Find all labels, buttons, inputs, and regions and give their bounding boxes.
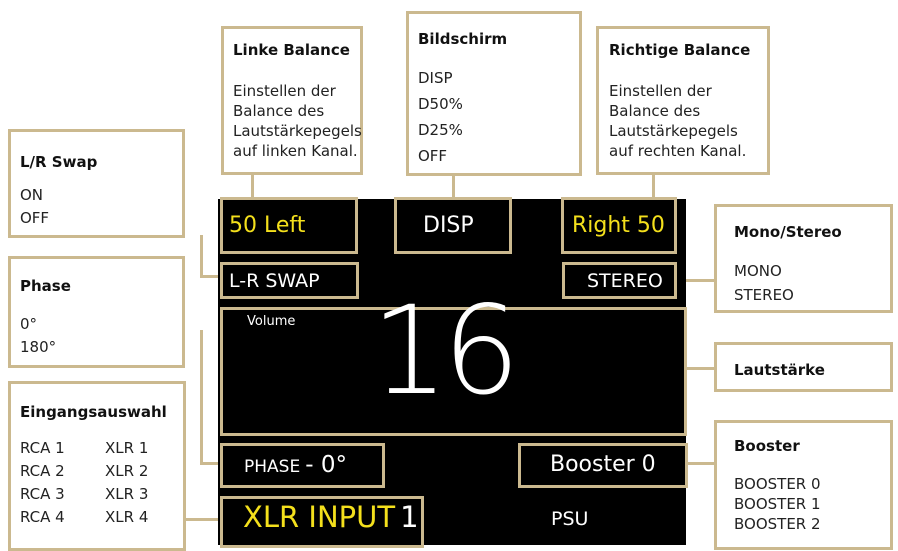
callout-input-rca: RCA 4 [20, 508, 65, 526]
callout-display-line: OFF [418, 147, 448, 165]
screen-phase: PHASE - 0° [244, 452, 347, 478]
callout-right-balance-line: auf rechten Kanal. [609, 142, 747, 160]
screen-lr-swap: L-R SWAP [229, 270, 320, 292]
screen-psu: PSU [551, 508, 589, 530]
callout-lr-swap-line: OFF [20, 209, 50, 227]
callout-mono-stereo-line: MONO [734, 262, 782, 280]
screen-input-name: XLR INPUT [243, 500, 396, 534]
callout-lr-swap-line: ON [20, 186, 44, 204]
callout-booster-line: BOOSTER 0 [734, 475, 821, 493]
callout-input-xlr: XLR 4 [105, 508, 149, 526]
screen-input-number: 1 [400, 500, 419, 534]
callout-phase: Phase 0° 180° [8, 256, 185, 368]
callout-display-line: DISP [418, 69, 453, 87]
callout-volume-title: Lautstärke [734, 361, 825, 379]
callout-booster-line: BOOSTER 2 [734, 515, 821, 533]
callout-input-select: Eingangsauswahl RCA 1 RCA 2 RCA 3 RCA 4 … [8, 381, 186, 551]
callout-right-balance-line: Balance des [609, 102, 701, 120]
screen-right-balance: Right 50 [572, 213, 665, 238]
callout-left-balance-line: Einstellen der [233, 82, 336, 100]
callout-input-rca: RCA 2 [20, 462, 65, 480]
callout-right-balance-line: Einstellen der [609, 82, 712, 100]
callout-input-xlr: XLR 2 [105, 462, 149, 480]
callout-mono-stereo: Mono/Stereo MONO STEREO [714, 204, 893, 313]
callout-booster-line: BOOSTER 1 [734, 495, 821, 513]
callout-display-line: D50% [418, 95, 463, 113]
callout-display-line: D25% [418, 121, 463, 139]
callout-display: Bildschirm DISP D50% D25% OFF [406, 11, 582, 176]
callout-booster-title: Booster [734, 437, 800, 455]
callout-lr-swap-title: L/R Swap [20, 153, 98, 171]
callout-input-rca: RCA 3 [20, 485, 65, 503]
screen-booster: Booster 0 [550, 452, 656, 477]
callout-input-select-title: Eingangsauswahl [20, 403, 167, 421]
callout-phase-line: 180° [20, 338, 57, 356]
callout-input-rca: RCA 1 [20, 439, 65, 457]
callout-left-balance-line: Balance des [233, 102, 325, 120]
screen-volume-value: 16 [371, 280, 520, 422]
screen-phase-label: PHASE [244, 457, 301, 477]
screen-volume-label: Volume [247, 314, 296, 329]
callout-right-balance-title: Richtige Balance [609, 41, 751, 59]
callout-left-balance-line: Lautstärkepegels [233, 122, 362, 140]
screen-left-balance: 50 Left [229, 213, 306, 238]
callout-left-balance: Linke Balance Einstellen der Balance des… [221, 26, 363, 175]
callout-right-balance-line: Lautstärkepegels [609, 122, 738, 140]
callout-left-balance-title: Linke Balance [233, 41, 350, 59]
screen-phase-value: - 0° [305, 452, 348, 478]
callout-booster: Booster BOOSTER 0 BOOSTER 1 BOOSTER 2 [714, 420, 893, 550]
callout-input-xlr: XLR 1 [105, 439, 149, 457]
callout-lr-swap: L/R Swap ON OFF [8, 129, 185, 238]
screen-stereo: STEREO [587, 270, 663, 292]
callout-phase-title: Phase [20, 277, 71, 295]
callout-mono-stereo-title: Mono/Stereo [734, 223, 842, 241]
callout-mono-stereo-line: STEREO [734, 286, 794, 304]
callout-display-title: Bildschirm [418, 30, 508, 48]
callout-phase-line: 0° [20, 315, 38, 333]
screen-input: XLR INPUT 1 [243, 500, 419, 534]
screen-display-mode: DISP [423, 213, 474, 238]
callout-input-xlr: XLR 3 [105, 485, 149, 503]
callout-right-balance: Richtige Balance Einstellen der Balance … [596, 26, 770, 175]
callout-volume: Lautstärke [714, 342, 893, 392]
callout-left-balance-line: auf linken Kanal. [233, 142, 358, 160]
